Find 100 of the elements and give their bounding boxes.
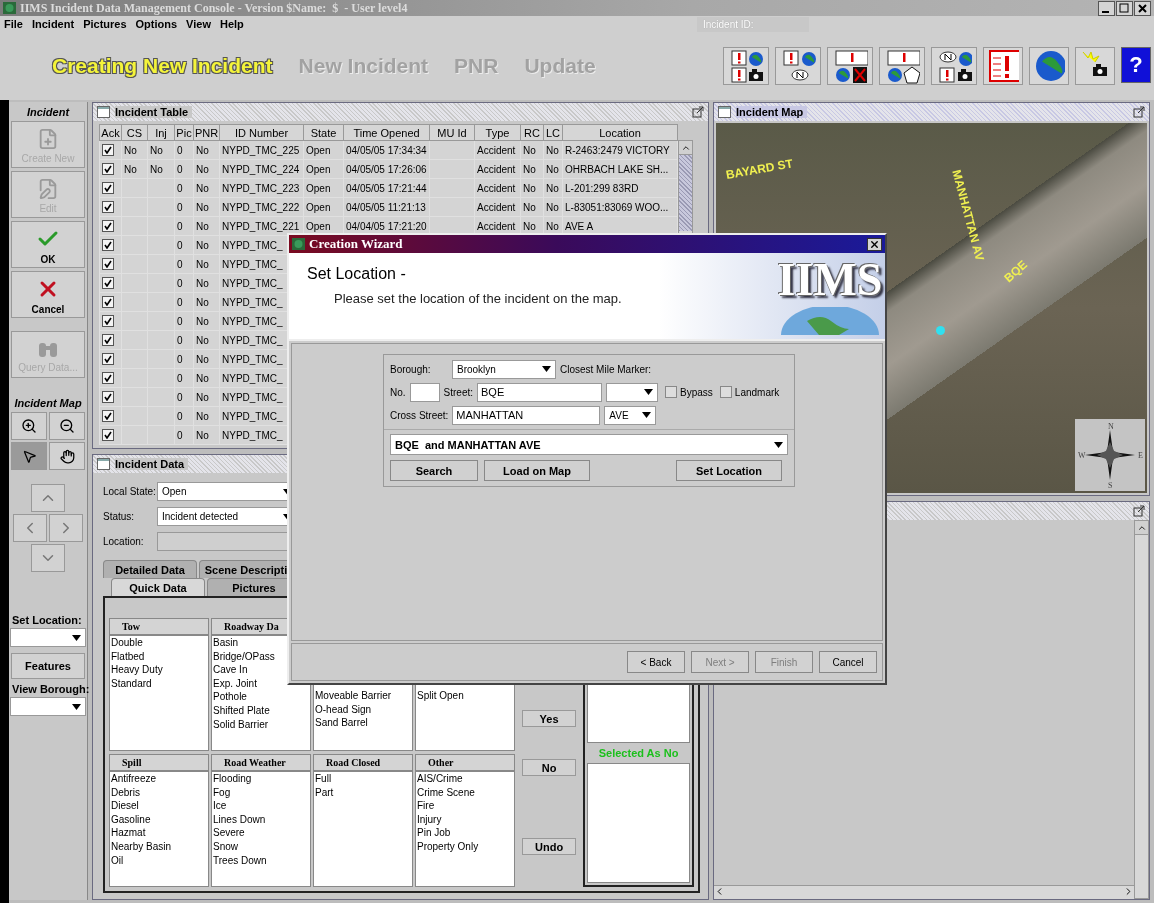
toolbar-button[interactable] xyxy=(775,47,821,85)
list-item[interactable]: O-head Sign xyxy=(314,702,412,717)
scrollbar[interactable] xyxy=(714,885,1134,899)
action-button[interactable]: Load on Map xyxy=(484,460,590,481)
column-header[interactable]: Ack xyxy=(99,124,122,141)
sidebar-button[interactable]: OK xyxy=(11,221,85,268)
maximize-icon[interactable] xyxy=(1133,505,1145,517)
checkbox[interactable] xyxy=(102,220,114,232)
column-header[interactable]: RC xyxy=(520,124,544,141)
list-item[interactable]: Fog xyxy=(212,785,310,800)
list-item[interactable]: Sand Barrel xyxy=(314,716,412,730)
list-item[interactable]: Pin Job xyxy=(416,826,514,840)
column-header[interactable]: PNR xyxy=(193,124,220,141)
list-item[interactable]: Hazmat xyxy=(110,826,208,840)
menu-item[interactable]: Pictures xyxy=(83,18,127,30)
list-item[interactable]: Flatbed xyxy=(110,649,208,664)
choice-button[interactable]: Undo xyxy=(522,838,577,855)
checkbox[interactable]: Landmark xyxy=(719,386,780,398)
checkbox[interactable] xyxy=(102,315,114,327)
input-field[interactable]: BQE xyxy=(477,382,603,402)
input-field[interactable]: MANHATTAN xyxy=(452,405,601,425)
toolbar-button[interactable] xyxy=(723,47,769,85)
features-button[interactable]: Features xyxy=(11,653,85,679)
list-item[interactable]: Heavy Duty xyxy=(110,663,208,677)
choice-button[interactable]: Yes xyxy=(522,710,577,727)
checkbox[interactable] xyxy=(102,144,114,156)
list-item[interactable]: Fire xyxy=(416,799,514,813)
list-item[interactable]: Diesel xyxy=(110,799,208,813)
checkbox[interactable] xyxy=(102,372,114,384)
dropdown[interactable]: BQE and MANHATTAN AVE xyxy=(390,434,788,455)
borough-dropdown[interactable] xyxy=(10,697,86,716)
maximize-icon[interactable] xyxy=(1116,0,1133,16)
dropdown[interactable]: AVE xyxy=(604,405,657,425)
list-item[interactable]: Pothole xyxy=(212,690,310,704)
column-header[interactable]: CS xyxy=(121,124,148,141)
list-item[interactable]: Antifreeze xyxy=(110,772,208,786)
wizard-button[interactable]: < Back xyxy=(627,651,685,673)
list-item[interactable]: Moveable Barrier xyxy=(314,689,412,703)
menu-item[interactable]: File xyxy=(4,18,23,30)
column-header[interactable]: Location xyxy=(562,124,678,141)
input-field[interactable] xyxy=(409,382,440,402)
list-item[interactable]: Shifted Plate xyxy=(212,703,310,718)
borough-dropdown[interactable]: Brooklyn xyxy=(452,359,556,379)
dropdown[interactable] xyxy=(606,382,659,402)
toolbar-button[interactable] xyxy=(931,47,977,85)
list-item[interactable]: Part xyxy=(314,785,412,800)
list-item[interactable]: Flooding xyxy=(212,772,310,786)
toolbar-button[interactable] xyxy=(827,47,873,85)
list-item[interactable]: Full xyxy=(314,772,412,786)
toolbar-button[interactable] xyxy=(879,47,925,85)
checkbox[interactable] xyxy=(102,410,114,422)
list-item[interactable]: Crime Scene xyxy=(416,785,514,800)
close-button[interactable] xyxy=(867,237,882,251)
list-item[interactable]: AIS/Crime xyxy=(416,772,514,786)
checkbox[interactable] xyxy=(102,429,114,441)
close-icon[interactable] xyxy=(1134,0,1151,16)
list-item[interactable]: Split Open xyxy=(416,689,514,703)
map-tool-button[interactable] xyxy=(49,412,85,440)
list-item[interactable]: Ice xyxy=(212,799,310,813)
column-header[interactable]: ID Number xyxy=(219,124,304,141)
column-header[interactable]: Type xyxy=(474,124,521,141)
action-button[interactable]: Search xyxy=(390,460,478,481)
checkbox[interactable] xyxy=(102,239,114,251)
checkbox[interactable] xyxy=(102,334,114,346)
list-item[interactable]: Injury xyxy=(416,812,514,827)
checkbox[interactable] xyxy=(102,353,114,365)
toolbar-button[interactable] xyxy=(1075,47,1115,85)
map-tool-button[interactable] xyxy=(11,412,47,440)
maximize-icon[interactable] xyxy=(1133,106,1145,118)
menu-item[interactable]: Help xyxy=(220,18,244,30)
column-header[interactable]: State xyxy=(303,124,344,141)
checkbox[interactable] xyxy=(102,258,114,270)
checkbox[interactable] xyxy=(102,182,114,194)
list-item[interactable]: Oil xyxy=(110,853,208,868)
checkbox[interactable] xyxy=(102,163,114,175)
list-item[interactable]: Property Only xyxy=(416,839,514,854)
list-item[interactable]: Double xyxy=(110,636,208,650)
sidebar-button[interactable]: Cancel xyxy=(11,271,85,318)
help-button[interactable]: ? xyxy=(1121,47,1151,83)
tab[interactable]: Quick Data xyxy=(111,578,205,596)
column-header[interactable]: MU Id xyxy=(429,124,475,141)
map-tool-button[interactable] xyxy=(11,442,47,470)
column-header[interactable]: Time Opened xyxy=(343,124,430,141)
scrollbar[interactable] xyxy=(1134,520,1149,899)
wizard-button[interactable]: Cancel xyxy=(819,651,877,673)
list-item[interactable]: Trees Down xyxy=(212,853,310,868)
action-button[interactable]: Set Location xyxy=(676,460,782,481)
tab[interactable]: Detailed Data xyxy=(103,560,197,578)
checkbox[interactable] xyxy=(102,201,114,213)
menu-item[interactable]: Incident xyxy=(31,18,75,30)
checkbox[interactable] xyxy=(102,391,114,403)
column-header[interactable]: Inj xyxy=(147,124,175,141)
location-dropdown[interactable] xyxy=(10,628,86,647)
menu-item[interactable]: Options xyxy=(135,18,178,30)
list-item[interactable]: Solid Barrier xyxy=(212,717,310,732)
map-tool-button[interactable] xyxy=(49,442,85,470)
maximize-icon[interactable] xyxy=(692,106,704,118)
choice-button[interactable]: No xyxy=(522,759,577,776)
list-item[interactable]: Standard xyxy=(110,676,208,691)
list-item[interactable]: Debris xyxy=(110,785,208,800)
